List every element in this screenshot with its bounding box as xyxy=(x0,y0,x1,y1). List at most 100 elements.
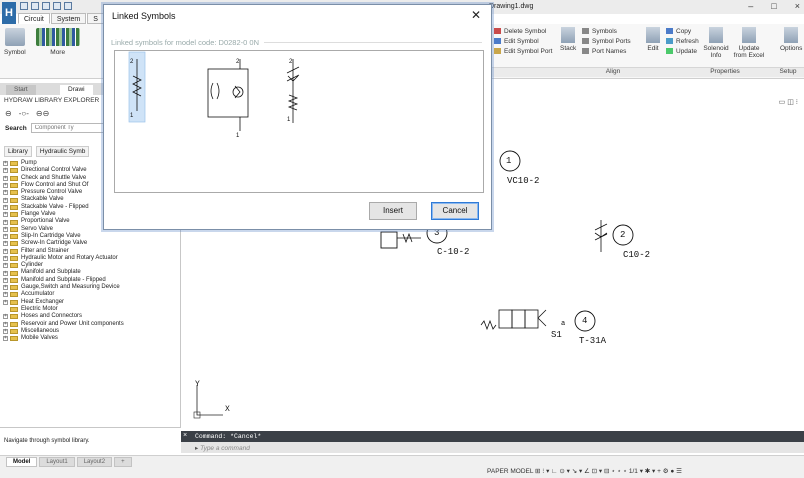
edit-button[interactable]: Edit xyxy=(646,27,660,52)
expand-icon[interactable]: + xyxy=(3,161,8,167)
tree-item[interactable]: + Heat Exchanger xyxy=(3,299,179,306)
expand-icon[interactable]: + xyxy=(3,270,8,276)
tab-drawing[interactable]: Drawi xyxy=(60,85,93,95)
folder-icon xyxy=(10,175,18,181)
update-from-excel-button[interactable]: Update from Excel xyxy=(732,27,766,59)
solenoid-info-button[interactable]: Solenoid Info xyxy=(702,27,730,59)
tree-item[interactable]: + Hydraulic Motor and Rotary Actuator xyxy=(3,255,179,262)
svg-text:1: 1 xyxy=(236,133,240,139)
tree-item[interactable]: + Filter and Strainer xyxy=(3,248,179,255)
symbol-button[interactable]: Symbol xyxy=(4,28,26,56)
tab-s[interactable]: S xyxy=(87,13,104,24)
tab-model[interactable]: Model xyxy=(6,457,38,467)
expand-icon[interactable]: + xyxy=(3,299,8,305)
tree-item[interactable]: + Manifold and Subplate xyxy=(3,269,179,276)
dialog-title: Linked Symbols xyxy=(112,11,176,21)
tree-item-label: Cylinder xyxy=(21,262,44,269)
maximize-button[interactable]: □ xyxy=(771,1,776,11)
link-tool-icon[interactable]: ⊖⊖ xyxy=(36,109,49,118)
expand-icon[interactable]: + xyxy=(3,212,8,218)
close-icon[interactable]: × xyxy=(183,432,187,440)
symbol-preview-panel: 2 1 2 1 2 1 xyxy=(114,50,484,193)
tree-item[interactable]: + Accumulator xyxy=(3,291,179,298)
expand-icon[interactable]: + xyxy=(3,256,8,261)
expand-icon[interactable]: + xyxy=(3,219,8,225)
preview-symbol-2[interactable]: 2 1 xyxy=(207,59,249,139)
expand-icon[interactable]: + xyxy=(3,292,8,298)
expand-icon[interactable]: + xyxy=(3,168,8,174)
tab-circuit[interactable]: Circuit xyxy=(18,13,50,24)
refresh-button[interactable]: Refresh xyxy=(666,37,699,47)
tree-item[interactable]: + Hoses and Connectors xyxy=(3,313,179,320)
expand-icon[interactable]: + xyxy=(3,336,8,342)
expand-icon[interactable]: + xyxy=(3,328,8,334)
undo-icon[interactable] xyxy=(64,2,72,10)
tree-item[interactable]: + Gauge,Switch and Measuring Device xyxy=(3,284,179,291)
insert-button[interactable]: Insert xyxy=(369,202,417,220)
expand-icon[interactable]: + xyxy=(3,226,8,232)
options-button[interactable]: Options xyxy=(780,27,802,52)
tree-item[interactable]: + Screw-In Cartridge Valve xyxy=(3,240,179,247)
close-button[interactable]: × xyxy=(795,1,800,11)
open-icon[interactable] xyxy=(31,2,39,10)
saveas-icon[interactable] xyxy=(53,2,61,10)
tab-layout1[interactable]: Layout1 xyxy=(39,457,75,467)
cancel-button[interactable]: Cancel xyxy=(431,202,479,220)
expand-icon[interactable]: + xyxy=(3,183,8,189)
new-icon[interactable] xyxy=(20,2,28,10)
tree-item[interactable]: + Slip-In Cartridge Valve xyxy=(3,233,179,240)
grid-icon[interactable]: ⊞ ⁝ ▾ ∟ ⊙ ▾ ↘ ▾ ∠ ⊡ ▾ ⊟ ⋆ ⋆ ⋆ 1/1 ▾ ✱ ▾ … xyxy=(535,468,682,475)
expand-icon[interactable]: + xyxy=(3,175,8,181)
tree-item[interactable]: + Mobile Valves xyxy=(3,335,179,342)
port-names-button[interactable]: Port Names xyxy=(582,47,631,57)
expand-icon[interactable]: + xyxy=(3,285,8,291)
edit-symbol-port-button[interactable]: Edit Symbol Port xyxy=(494,47,552,57)
tab-system[interactable]: System xyxy=(50,13,87,24)
copy-button[interactable]: Copy xyxy=(666,27,699,37)
expand-icon[interactable]: + xyxy=(3,248,8,254)
dialog-close-button[interactable]: ✕ xyxy=(471,8,481,22)
app-logo[interactable]: H xyxy=(2,2,16,24)
line-tool-icon[interactable]: -○- xyxy=(19,109,29,118)
preview-symbol-1[interactable]: 2 1 xyxy=(128,51,146,123)
expand-icon[interactable]: + xyxy=(3,190,8,196)
expand-icon[interactable]: + xyxy=(3,263,8,269)
circle-tool-icon[interactable]: ⊖ xyxy=(5,109,12,118)
symbol-c10-2[interactable] xyxy=(594,220,634,252)
tree-item[interactable]: + Reservoir and Power Unit components xyxy=(3,321,179,328)
expand-icon[interactable]: + xyxy=(3,197,8,203)
stack-button[interactable]: Stack xyxy=(560,27,576,52)
tree-item[interactable]: + Miscellaneous xyxy=(3,328,179,335)
tab-library[interactable]: Library xyxy=(4,146,32,157)
expand-icon[interactable]: + xyxy=(3,241,8,247)
more-button[interactable]: More xyxy=(35,28,80,56)
symbols-button[interactable]: Symbols xyxy=(582,27,631,37)
add-layout-button[interactable]: + xyxy=(114,457,132,467)
update-button[interactable]: Update xyxy=(666,47,699,57)
delete-symbol-button[interactable]: Delete Symbol xyxy=(494,27,552,37)
save-icon[interactable] xyxy=(42,2,50,10)
symbol-t-31a[interactable] xyxy=(480,309,596,332)
tab-start[interactable]: Start xyxy=(6,85,36,95)
minimize-button[interactable]: – xyxy=(748,1,753,11)
palette-title: HYDRAW LIBRARY EXPLORER xyxy=(4,97,100,104)
tree-item[interactable]: + Manifold and Subplate - Flipped xyxy=(3,277,179,284)
folder-icon xyxy=(10,212,18,218)
svg-text:2: 2 xyxy=(289,59,293,65)
expand-icon[interactable]: + xyxy=(3,314,8,320)
expand-icon[interactable]: + xyxy=(3,277,8,283)
tree-item[interactable]: Electric Motor xyxy=(3,306,179,313)
command-input[interactable]: ▸ Type a command xyxy=(181,442,804,453)
label-vc10-2: VC10-2 xyxy=(507,176,540,186)
tab-hydraulic-symbols[interactable]: Hydraulic Symb xyxy=(35,146,90,157)
expand-icon[interactable]: + xyxy=(3,321,8,327)
expand-icon[interactable] xyxy=(3,307,8,312)
expand-icon[interactable]: + xyxy=(3,204,8,210)
symbol-ports-button[interactable]: Symbol Ports xyxy=(582,37,631,47)
preview-symbol-3[interactable]: 2 1 xyxy=(286,59,300,123)
expand-icon[interactable]: + xyxy=(3,234,8,240)
edit-symbol-button[interactable]: Edit Symbol xyxy=(494,37,552,47)
status-tools[interactable]: PAPER MODEL ⊞ ⁝ ▾ ∟ ⊙ ▾ ↘ ▾ ∠ ⊡ ▾ ⊟ ⋆ ⋆ … xyxy=(487,467,682,475)
tree-item[interactable]: + Cylinder xyxy=(3,262,179,269)
tab-layout2[interactable]: Layout2 xyxy=(76,457,113,467)
